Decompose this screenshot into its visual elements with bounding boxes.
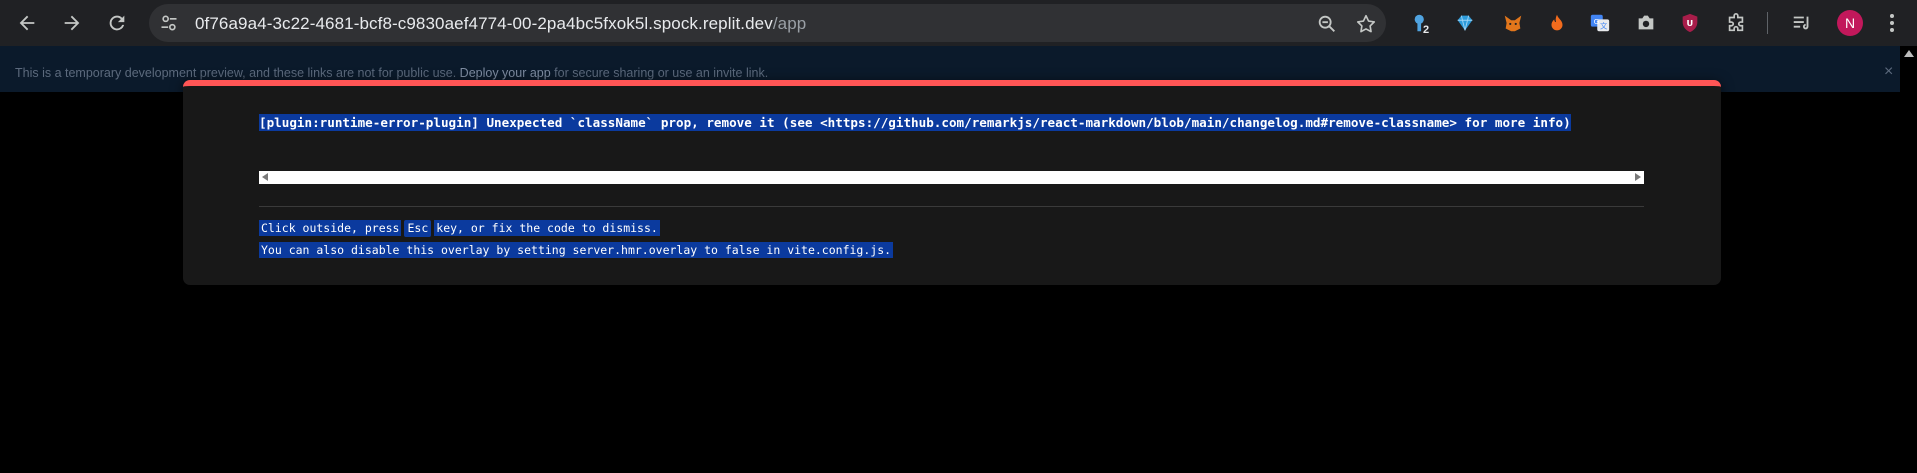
deploy-link[interactable]: Deploy your app	[460, 66, 551, 80]
site-settings-icon[interactable]	[159, 13, 179, 33]
reading-list-icon	[1793, 16, 1809, 30]
toolbar-separator	[1767, 12, 1768, 34]
code-frame-scrollbar[interactable]	[259, 171, 1644, 184]
extension-diamond[interactable]	[1452, 10, 1478, 36]
banner-text-after: for secure sharing or use an invite link…	[550, 66, 769, 80]
disable-overlay-tip: You can also disable this overlay by set…	[259, 242, 894, 259]
address-bar[interactable]: 0f76a9a4-3c22-4681-bcf8-c9830aef4774-00-…	[149, 4, 1386, 42]
disable-overlay-text: You can also disable this overlay by set…	[259, 242, 894, 258]
extension-camera[interactable]	[1633, 10, 1659, 36]
svg-text:文: 文	[1600, 22, 1608, 31]
dismiss-tip-before: Click outside, press	[259, 220, 402, 236]
extensions-icon	[1728, 13, 1744, 32]
url-host: 0f76a9a4-3c22-4681-bcf8-c9830aef4774-00-…	[195, 14, 773, 33]
scroll-right-arrow-icon[interactable]	[1635, 173, 1641, 181]
scroll-left-arrow-icon[interactable]	[262, 173, 268, 181]
diamond-icon	[1457, 15, 1473, 31]
forward-button[interactable]	[56, 8, 88, 38]
extensions-button[interactable]	[1723, 10, 1749, 36]
extension-metamask[interactable]	[1500, 10, 1526, 36]
banner-message: This is a temporary development preview,…	[15, 66, 768, 80]
reload-icon	[109, 15, 125, 31]
dismiss-tip-after: key, or fix the code to dismiss.	[434, 220, 660, 236]
translate-icon: G文	[1590, 14, 1610, 32]
extension-passcodes[interactable]	[1409, 10, 1435, 36]
error-message-text: [plugin:runtime-error-plugin] Unexpected…	[259, 114, 1571, 131]
browser-toolbar: 0f76a9a4-3c22-4681-bcf8-c9830aef4774-00-…	[0, 0, 1917, 46]
page-scrollbar[interactable]	[1900, 46, 1917, 473]
dismiss-tip: Click outside, press Esc key, or fix the c…	[259, 220, 660, 237]
zoom-icon[interactable]	[1316, 13, 1338, 35]
bookmark-star-icon[interactable]	[1355, 13, 1377, 35]
banner-close-button[interactable]: ×	[1884, 63, 1893, 81]
extension-badge: 2	[1423, 24, 1430, 36]
error-overlay: [plugin:runtime-error-plugin] Unexpected…	[183, 80, 1721, 285]
reading-list-button[interactable]	[1789, 10, 1815, 36]
menu-icon[interactable]	[1880, 11, 1904, 35]
profile-avatar[interactable]: N	[1837, 10, 1863, 36]
esc-key: Esc	[404, 220, 432, 237]
svg-text:U: U	[1687, 18, 1694, 28]
svg-text:G: G	[1594, 17, 1600, 26]
back-button[interactable]	[11, 8, 43, 38]
error-message: [plugin:runtime-error-plugin] Unexpected…	[259, 113, 1644, 132]
shield-icon: U	[1682, 13, 1698, 33]
scroll-up-arrow-icon[interactable]	[1904, 50, 1914, 57]
forward-icon	[64, 15, 80, 31]
back-icon	[19, 15, 35, 31]
banner-text-before: This is a temporary development preview,…	[15, 66, 460, 80]
extension-orange[interactable]	[1544, 10, 1570, 36]
key-extension-icon	[1414, 14, 1424, 32]
overlay-divider	[259, 206, 1644, 207]
camera-icon	[1638, 15, 1654, 30]
url-text[interactable]: 0f76a9a4-3c22-4681-bcf8-c9830aef4774-00-…	[195, 14, 806, 34]
fox-icon	[1504, 15, 1522, 32]
extension-ublock[interactable]: U	[1677, 10, 1703, 36]
flame-icon	[1551, 14, 1563, 31]
reload-button[interactable]	[101, 8, 133, 38]
url-path: /app	[772, 14, 807, 33]
extension-translate[interactable]: G文	[1587, 10, 1613, 36]
